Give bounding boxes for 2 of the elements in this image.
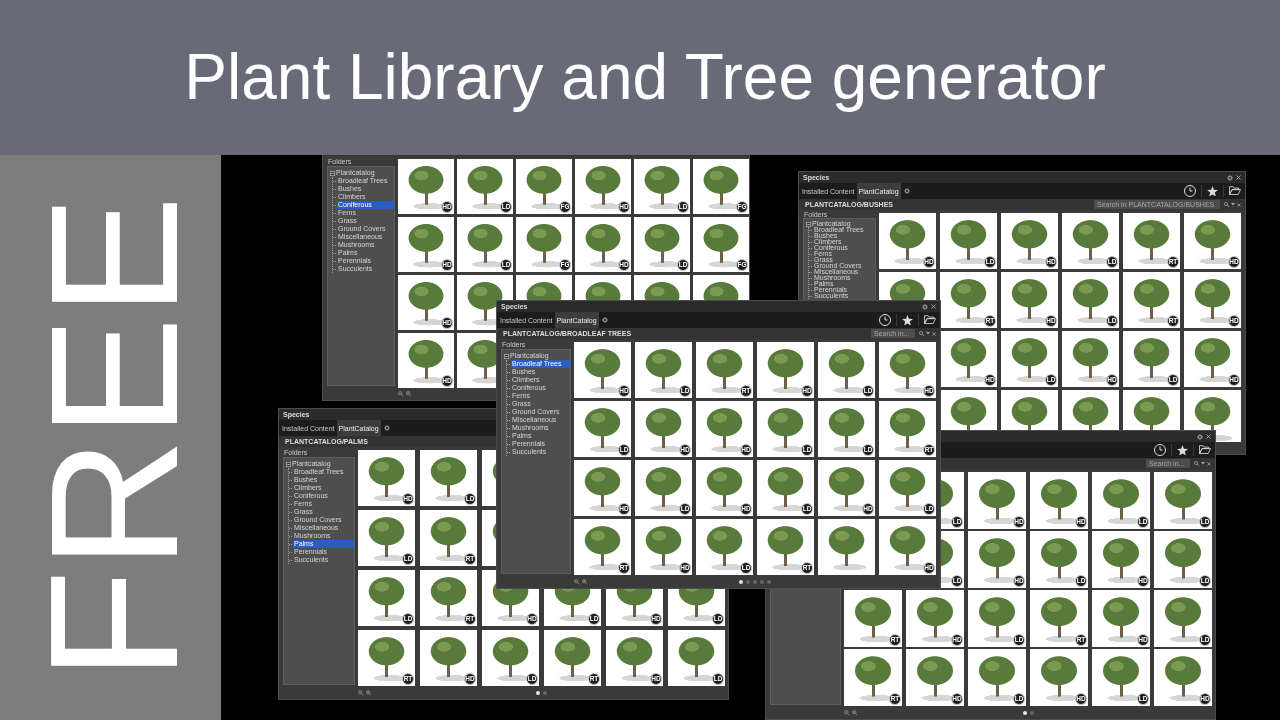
side-title: FREE: [35, 194, 186, 681]
page-title: Plant Library and Tree generator: [184, 42, 1106, 113]
